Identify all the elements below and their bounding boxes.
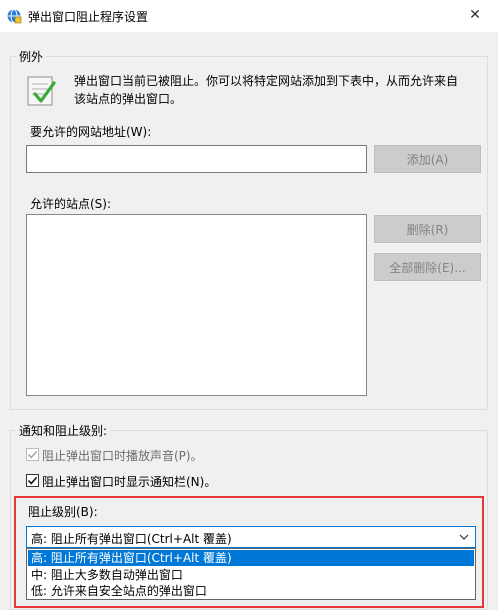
dropdown-option-medium[interactable]: 中: 阻止大多数自动弹出窗口 [28, 567, 474, 583]
chevron-down-icon [457, 530, 471, 544]
website-address-input[interactable] [26, 145, 367, 173]
title-bar: 弹出窗口阻止程序设置 ✕ [0, 0, 498, 32]
exceptions-group-title: 例外 [16, 48, 47, 65]
show-notification-bar-checkbox[interactable] [26, 474, 39, 487]
dropdown-option-low[interactable]: 低: 允许来自安全站点的弹出窗口 [28, 583, 474, 599]
ie-globe-icon [6, 8, 22, 24]
exceptions-description-line2: 该站点的弹出窗口。 [74, 92, 183, 106]
window-title: 弹出窗口阻止程序设置 [28, 10, 149, 24]
remove-button[interactable]: 删除(R) [374, 215, 481, 243]
blocking-level-label: 阻止级别(B): [28, 505, 98, 519]
remove-all-button[interactable]: 全部删除(E)... [374, 253, 481, 281]
exceptions-description-line1: 弹出窗口当前已被阻止。你可以将特定网站添加到下表中，从而允许来自 [74, 74, 459, 88]
allowed-sites-list[interactable] [26, 214, 367, 396]
play-sound-checkbox[interactable] [26, 448, 39, 461]
dropdown-option-high[interactable]: 高: 阻止所有弹出窗口(Ctrl+Alt 覆盖) [28, 550, 474, 566]
address-label: 要允许的网站地址(W): [30, 125, 152, 139]
close-icon[interactable]: ✕ [460, 2, 490, 28]
blocking-level-select[interactable]: 高: 阻止所有弹出窗口(Ctrl+Alt 覆盖) [26, 526, 476, 548]
blocking-level-selected-value: 高: 阻止所有弹出窗口(Ctrl+Alt 覆盖) [31, 532, 232, 546]
notifications-group-title: 通知和阻止级别: [16, 422, 111, 439]
blocking-level-dropdown: 高: 阻止所有弹出窗口(Ctrl+Alt 覆盖) 中: 阻止大多数自动弹出窗口 … [26, 548, 476, 600]
show-notification-bar-label: 阻止弹出窗口时显示通知栏(N)。 [42, 475, 217, 489]
add-button[interactable]: 添加(A) [374, 145, 481, 173]
allow-list-icon [26, 74, 58, 108]
allowed-sites-label: 允许的站点(S): [30, 197, 112, 211]
play-sound-label: 阻止弹出窗口时播放声音(P)。 [42, 449, 203, 463]
